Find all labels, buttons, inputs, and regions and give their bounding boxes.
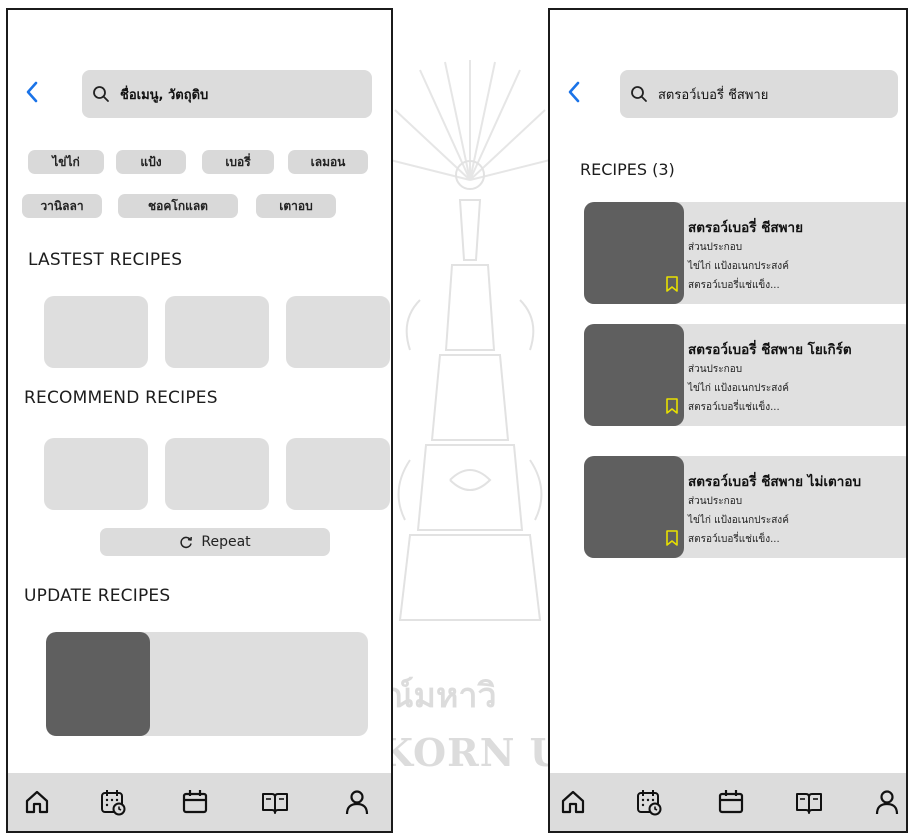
recommend-recipe-card[interactable] [165,438,269,510]
search-icon [631,86,647,102]
recipe-ingredients-label: ส่วนประกอบ [688,242,743,253]
chip-oven[interactable]: เตาอบ [256,194,336,218]
results-title: RECIPES (3) [580,160,675,179]
chevron-left-icon [26,81,38,103]
university-emblem-watermark [390,60,550,621]
latest-recipe-card[interactable] [286,296,390,368]
update-recipe-card[interactable] [46,632,368,736]
home-search-screen: ชื่อเมนู, วัตถุดิบ ไข่ไก่ แป้ง เบอรี่ เล… [6,8,393,833]
recipe-result-card[interactable]: สตรอว์เบอรี่ ชีสพาย โยเกิร์ต ส่วนประกอบ … [584,324,906,426]
chip-vanilla[interactable]: วานิลลา [22,194,102,218]
recipe-result-card[interactable]: สตรอว์เบอรี่ ชีสพาย ไม่เตาอบ ส่วนประกอบ … [584,456,906,558]
update-recipes-title: UPDATE RECIPES [24,586,171,606]
bookmark-icon[interactable] [666,530,678,546]
watermark-thai-text: ณ์มหาวิ [382,676,497,716]
recipe-result-card[interactable]: สตรอว์เบอรี่ ชีสพาย ส่วนประกอบ ไข่ไก่ แป… [584,202,906,304]
bookmark-icon[interactable] [666,276,678,292]
recommend-recipes-title: RECOMMEND RECIPES [24,388,218,408]
refresh-icon [180,536,193,549]
chip-lemon[interactable]: เลมอน [288,150,368,174]
book-icon[interactable] [260,787,290,817]
recommend-recipe-card[interactable] [286,438,390,510]
chip-egg[interactable]: ไข่ไก่ [28,150,104,174]
latest-recipe-card[interactable] [165,296,269,368]
repeat-label: Repeat [201,534,251,550]
back-button[interactable] [24,80,40,109]
latest-recipe-card[interactable] [44,296,148,368]
recipe-ingredients-label: ส่วนประกอบ [688,496,743,507]
calendar-icon[interactable] [716,787,746,817]
user-icon[interactable] [872,787,902,817]
recipe-ingredients-more: สตรอว์เบอรี่แช่แข็ง... [688,280,780,291]
chip-chocolate[interactable]: ชอคโกแลต [118,194,238,218]
chip-berry[interactable]: เบอรี่ [202,150,274,174]
recipe-name: สตรอว์เบอรี่ ชีสพาย [688,220,803,236]
calendar-clock-icon[interactable] [98,787,128,817]
calendar-icon[interactable] [180,787,210,817]
bookmark-icon[interactable] [666,398,678,414]
recipe-ingredients: ไข่ไก่ แป้งอเนกประสงค์ [688,383,789,394]
bottom-navigation [8,773,391,831]
recommend-recipe-card[interactable] [44,438,148,510]
latest-recipes-title: LASTEST RECIPES [28,250,183,270]
recipe-name: สตรอว์เบอรี่ ชีสพาย โยเกิร์ต [688,342,852,358]
chip-flour[interactable]: แป้ง [116,150,186,174]
recipe-ingredients: ไข่ไก่ แป้งอเนกประสงค์ [688,515,789,526]
recipe-ingredients-more: สตรอว์เบอรี่แช่แข็ง... [688,534,780,545]
calendar-clock-icon[interactable] [634,787,664,817]
chevron-left-icon [568,81,580,103]
search-placeholder: ชื่อเมนู, วัตถุดิบ [120,87,209,103]
search-results-screen: สตรอว์เบอรี่ ชีสพาย RECIPES (3) สตรอว์เบ… [548,8,908,833]
search-icon [93,86,109,102]
home-icon[interactable] [22,787,52,817]
repeat-button[interactable]: Repeat [100,528,330,556]
recipe-ingredients-label: ส่วนประกอบ [688,364,743,375]
update-recipe-thumbnail [46,632,150,736]
recipe-ingredients-more: สตรอว์เบอรี่แช่แข็ง... [688,402,780,413]
book-icon[interactable] [794,787,824,817]
search-bar[interactable]: สตรอว์เบอรี่ ชีสพาย [620,70,898,118]
recipe-name: สตรอว์เบอรี่ ชีสพาย ไม่เตาอบ [688,474,862,490]
user-icon[interactable] [342,787,372,817]
back-button[interactable] [566,80,582,109]
bottom-navigation [550,773,906,831]
home-icon[interactable] [558,787,588,817]
recipe-ingredients: ไข่ไก่ แป้งอเนกประสงค์ [688,261,789,272]
search-query: สตรอว์เบอรี่ ชีสพาย [658,87,769,103]
search-bar[interactable]: ชื่อเมนู, วัตถุดิบ [82,70,372,118]
